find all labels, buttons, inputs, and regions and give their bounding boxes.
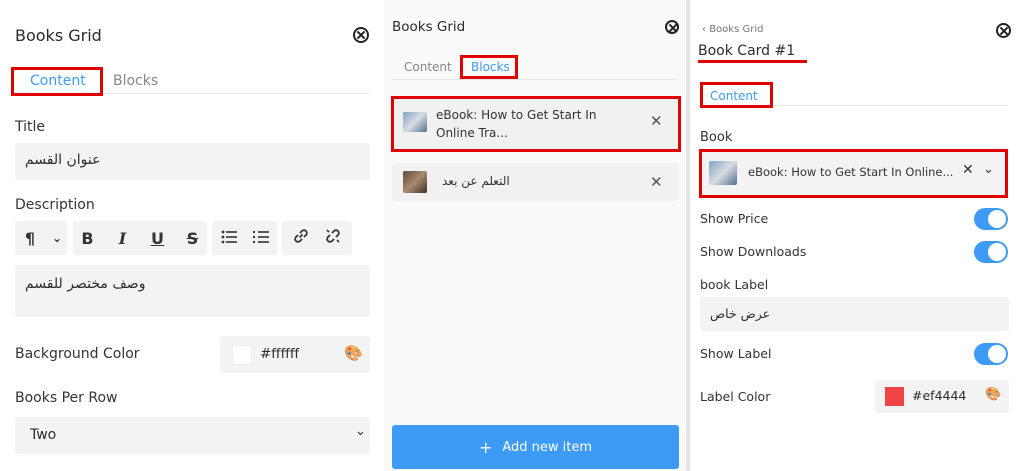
chevron-left-icon: ‹ xyxy=(702,24,706,35)
link-icon[interactable] xyxy=(290,227,312,249)
close-icon[interactable] xyxy=(996,23,1011,38)
remove-icon[interactable]: ✕ xyxy=(650,173,663,191)
show-downloads-label: Show Downloads xyxy=(700,244,807,259)
unlink-icon[interactable] xyxy=(322,227,344,249)
tab-blocks[interactable]: Blocks xyxy=(113,73,158,89)
text-style-group: B I U S xyxy=(73,221,207,255)
books-per-row-select[interactable]: Two ⌄ xyxy=(15,417,370,454)
plus-icon: + xyxy=(478,437,493,457)
highlight-box xyxy=(391,96,681,152)
add-button-label: Add new item xyxy=(502,439,593,455)
book-label-value: عرض خاص xyxy=(710,306,771,321)
show-price-toggle[interactable] xyxy=(974,208,1008,230)
books-per-row-label: Books Per Row xyxy=(15,390,118,406)
book-label-input[interactable]: عرض خاص xyxy=(700,297,1009,331)
title-input[interactable]: عنوان القسم xyxy=(15,143,370,180)
show-price-label: Show Price xyxy=(700,211,769,226)
palette-icon[interactable]: 🎨 xyxy=(344,344,363,362)
block-item-label: التعلم عن بعد xyxy=(442,174,510,188)
bullet-list-icon[interactable] xyxy=(218,229,240,248)
books-grid-panel: Books Grid Content Blocks Title عنوان ال… xyxy=(0,0,384,471)
chevron-down-icon: ⌄ xyxy=(51,231,63,245)
palette-icon[interactable]: 🎨 xyxy=(985,387,1001,402)
highlight-box xyxy=(460,55,518,79)
show-label-toggle[interactable] xyxy=(974,343,1008,365)
bg-color-value: #ffffff xyxy=(260,346,300,362)
bold-icon[interactable]: B xyxy=(77,229,99,248)
book-label: Book xyxy=(700,130,733,145)
label-color-picker[interactable]: #ef4444 🎨 xyxy=(875,380,1009,413)
tab-content[interactable]: Content xyxy=(404,60,452,74)
books-grid-blocks-panel: Books Grid Content Blocks eBook: How to … xyxy=(384,0,686,471)
panel-title: Books Grid xyxy=(15,26,102,45)
books-per-row-value: Two xyxy=(30,427,57,443)
close-icon[interactable] xyxy=(353,27,369,43)
highlight-box xyxy=(699,149,1008,198)
page-title: Book Card #1 xyxy=(698,43,796,59)
numbered-list-icon[interactable] xyxy=(250,229,272,248)
highlight-box xyxy=(11,67,103,96)
strikethrough-icon[interactable]: S xyxy=(182,229,204,248)
book-label-field-label: book Label xyxy=(700,277,769,292)
close-icon[interactable] xyxy=(665,20,679,34)
label-color-value: #ef4444 xyxy=(912,388,967,403)
book-card-panel: ‹ Books Grid Book Card #1 Content Book e… xyxy=(690,0,1024,471)
show-label-label: Show Label xyxy=(700,346,772,361)
chevron-down-icon: ⌄ xyxy=(355,424,366,439)
italic-icon[interactable]: I xyxy=(112,229,134,248)
list-group xyxy=(212,221,277,255)
color-swatch xyxy=(232,345,252,365)
bg-color-picker[interactable]: #ffffff 🎨 xyxy=(220,336,370,373)
add-new-item-button[interactable]: + Add new item xyxy=(392,425,679,469)
title-underline xyxy=(698,60,807,63)
paragraph-icon: ¶ xyxy=(24,228,36,248)
title-label: Title xyxy=(15,119,46,135)
bg-color-label: Background Color xyxy=(15,346,140,362)
show-downloads-toggle[interactable] xyxy=(974,241,1008,263)
block-item-arabic[interactable]: التعلم عن بعد ✕ xyxy=(392,163,679,201)
description-editor[interactable]: وصف مختصر للقسم xyxy=(15,265,370,317)
paragraph-format-button[interactable]: ¶ ⌄ xyxy=(15,221,67,255)
description-label: Description xyxy=(15,197,95,213)
highlight-box xyxy=(700,82,773,108)
description-value: وصف مختصر للقسم xyxy=(25,276,146,292)
link-group xyxy=(282,221,352,255)
underline-icon[interactable]: U xyxy=(147,229,169,248)
color-swatch xyxy=(885,387,904,406)
tabs-divider xyxy=(392,79,677,80)
panel-title: Books Grid xyxy=(392,19,466,35)
label-color-label: Label Color xyxy=(700,389,771,404)
breadcrumb[interactable]: ‹ Books Grid xyxy=(702,24,763,35)
title-input-value: عنوان القسم xyxy=(25,152,101,168)
breadcrumb-label: Books Grid xyxy=(709,24,764,35)
book-thumbnail xyxy=(403,171,427,193)
